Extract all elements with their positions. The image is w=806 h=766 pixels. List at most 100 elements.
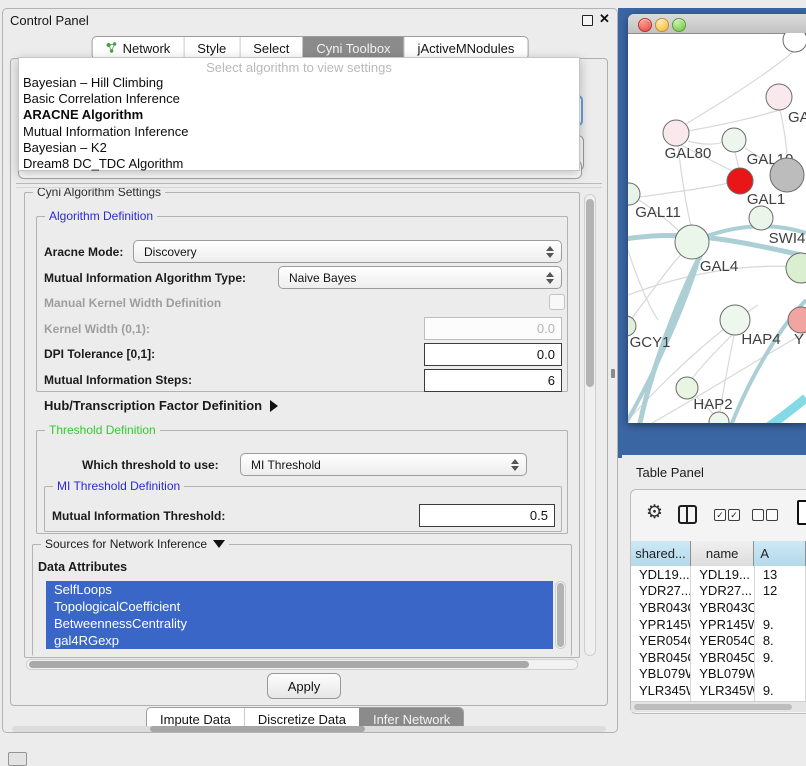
unchecked-box-icon[interactable] [752, 509, 764, 521]
network-node[interactable] [663, 120, 689, 146]
scrollbar-thumb[interactable] [557, 583, 564, 647]
column-header-name[interactable]: name [691, 541, 754, 566]
table-cell: YDL19... [691, 566, 755, 583]
settings-vertical-scrollbar[interactable] [584, 194, 596, 656]
hub-definition-toggle[interactable]: Hub/Transcription Factor Definition [44, 398, 278, 413]
stepper-icon [546, 246, 554, 258]
data-attribute-item[interactable]: SelfLoops [46, 581, 553, 598]
zoom-traffic-light[interactable] [672, 18, 686, 32]
tab-jactivemnodules[interactable]: jActiveMNodules [404, 37, 528, 59]
close-icon[interactable]: ✕ [599, 11, 610, 27]
expanded-arrow-icon [213, 540, 225, 548]
table-row[interactable]: YBL079WYBL079W [631, 666, 806, 683]
network-node[interactable] [722, 128, 746, 152]
table-cell [755, 666, 806, 683]
table-cell: 9. [755, 682, 806, 699]
kernel-width-field[interactable] [424, 317, 562, 340]
checked-box-icon[interactable]: ✓ [714, 509, 726, 521]
control-panel-horizontal-scrollbar[interactable] [12, 726, 606, 732]
scrollbar-thumb[interactable] [150, 726, 365, 732]
sources-toggle[interactable]: Sources for Network Inference [41, 537, 229, 551]
gear-icon[interactable]: ⚙ [646, 503, 663, 522]
settings-horizontal-scrollbar[interactable] [26, 659, 578, 670]
tab-select[interactable]: Select [239, 37, 302, 59]
kernel-width-label: Kernel Width (0,1): [44, 322, 150, 336]
control-panel-title: Control Panel [10, 13, 89, 28]
table-row[interactable]: YLR345WYLR345W9. [631, 682, 806, 699]
apply-button[interactable]: Apply [267, 673, 341, 699]
network-node[interactable] [783, 33, 806, 52]
tab-style[interactable]: Style [183, 37, 239, 59]
data-attribute-item[interactable]: gal4RGexp [46, 632, 553, 649]
mi-threshold-label: Mutual Information Threshold: [52, 509, 225, 523]
dropdown-placeholder: Select algorithm to view settings [19, 60, 579, 75]
node-label: GAL80 [665, 145, 712, 162]
manual-kernel-checkbox[interactable] [549, 294, 565, 310]
close-traffic-light[interactable] [638, 18, 652, 32]
network-node[interactable] [675, 225, 709, 259]
data-attribute-item[interactable]: BetweennessCentrality [46, 615, 553, 632]
which-threshold-label: Which threshold to use: [82, 458, 219, 472]
network-canvas[interactable]: GALGAL80GAL10GAL1GAL11SWI4GAL4HAP4YGCY1H… [628, 33, 806, 423]
algorithm-option[interactable]: Mutual Information Inference [19, 124, 579, 140]
tab-label: jActiveMNodules [418, 41, 515, 56]
group-title: Algorithm Definition [45, 209, 157, 223]
which-threshold-select[interactable]: MI Threshold [240, 453, 527, 476]
hidden-fieldset-edge [16, 183, 602, 188]
table-cell: YPR145W [631, 616, 691, 633]
network-node[interactable] [766, 84, 792, 110]
dpi-tolerance-field[interactable] [424, 343, 562, 366]
network-node[interactable] [770, 158, 804, 192]
node-label: HAP4 [741, 331, 780, 348]
node-label: GCY1 [630, 334, 671, 351]
network-node[interactable] [628, 183, 640, 205]
checked-box-icon[interactable]: ✓ [728, 509, 740, 521]
table-horizontal-scrollbar[interactable] [631, 701, 806, 712]
unchecked-box-icon[interactable] [766, 509, 778, 521]
mi-type-label: Mutual Information Algorithm Type: [44, 271, 246, 285]
table-row[interactable]: YDL19...YDL19...13 [631, 566, 806, 583]
algorithm-option[interactable]: Dream8 DC_TDC Algorithm [19, 156, 579, 172]
algorithm-options: Bayesian – Hill ClimbingBasic Correlatio… [19, 75, 579, 172]
column-header-shared-name[interactable]: shared... [631, 541, 691, 566]
table-row[interactable]: YDR27...YDR27...12 [631, 583, 806, 600]
network-node[interactable] [709, 412, 729, 423]
mi-threshold-field[interactable] [419, 504, 555, 527]
panel-divider-grabber[interactable] [611, 369, 615, 378]
table-row[interactable]: YER054CYER054C8. [631, 632, 806, 649]
minimize-traffic-light[interactable] [655, 18, 669, 32]
table-row[interactable]: YBR043CYBR043C [631, 599, 806, 616]
data-attribute-item[interactable]: TopologicalCoefficient [46, 598, 553, 615]
algorithm-option[interactable]: Bayesian – Hill Climbing [19, 75, 579, 91]
algorithm-option[interactable]: ARACNE Algorithm [19, 107, 579, 123]
mi-steps-field[interactable] [424, 369, 562, 392]
split-columns-icon[interactable] [678, 505, 697, 524]
network-node[interactable] [788, 307, 806, 333]
scrollbar-thumb[interactable] [634, 704, 792, 710]
mi-type-select[interactable]: Naive Bayes [278, 266, 562, 289]
network-window-titlebar[interactable] [628, 14, 806, 34]
float-window-icon[interactable] [582, 15, 593, 26]
table-cell: 12 [755, 583, 806, 600]
network-node[interactable] [628, 316, 636, 336]
attributes-scrollbar[interactable] [555, 581, 566, 649]
tab-label: Discretize Data [258, 712, 346, 727]
network-node[interactable] [786, 253, 806, 283]
minimized-panel-icon[interactable] [8, 752, 27, 766]
aracne-mode-select[interactable]: Discovery [133, 240, 562, 263]
collapsed-arrow-icon [270, 400, 278, 412]
table-row[interactable]: YPR145WYPR145W9. [631, 616, 806, 633]
scrollbar-thumb[interactable] [586, 199, 594, 387]
algorithm-option[interactable]: Bayesian – K2 [19, 140, 579, 156]
algorithm-option[interactable]: Basic Correlation Inference [19, 91, 579, 107]
node-label: GAL11 [635, 204, 681, 221]
document-icon[interactable] [797, 500, 806, 525]
table-row[interactable]: YBR045CYBR045C9. [631, 649, 806, 666]
tab-cyni-toolbox[interactable]: Cyni Toolbox [302, 37, 403, 59]
scrollbar-thumb[interactable] [29, 661, 529, 668]
network-node[interactable] [749, 206, 773, 230]
tab-network[interactable]: Network [93, 37, 184, 59]
column-header-a[interactable]: A [754, 541, 806, 566]
table-cell [755, 599, 806, 616]
table-cell: 9. [755, 649, 806, 666]
